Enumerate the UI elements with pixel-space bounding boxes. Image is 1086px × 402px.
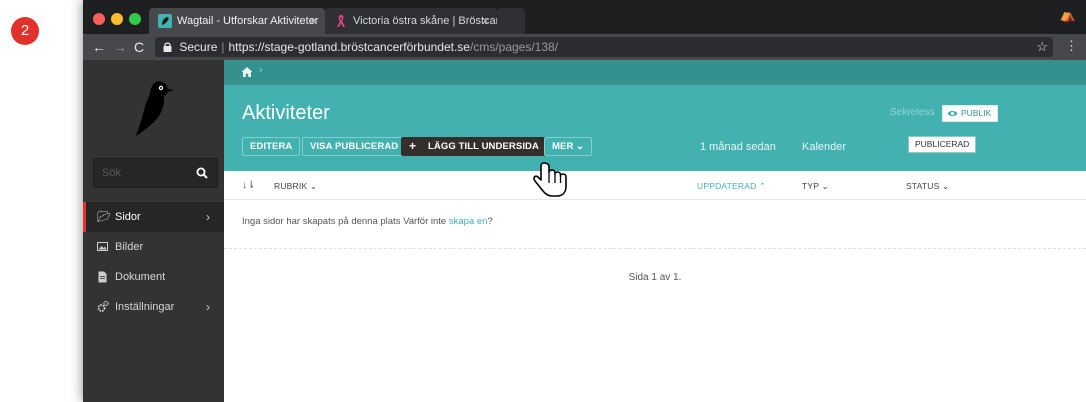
- column-type-header[interactable]: TYP ⌄: [802, 181, 829, 192]
- add-child-page-button[interactable]: + LÄGG TILL UNDERSIDA: [401, 137, 547, 156]
- view-live-button[interactable]: VISA PUBLICERAD: [302, 137, 407, 156]
- reorder-icon[interactable]: ↓⇂: [242, 180, 255, 191]
- edit-button[interactable]: EDITERA: [242, 137, 301, 156]
- maximize-window-button[interactable]: [129, 13, 141, 25]
- updated-time: 1 månad sedan: [700, 141, 776, 153]
- bookmark-star-icon[interactable]: ☆: [1036, 37, 1048, 57]
- add-child-page-label: LÄGG TILL UNDERSIDA: [428, 141, 539, 152]
- page-title: Aktiviteter: [242, 102, 330, 124]
- url-path: /cms/pages/138/: [469, 40, 559, 54]
- address-separator: |: [221, 40, 225, 54]
- breadcrumb-separator: ›: [259, 64, 263, 76]
- tab-wagtail[interactable]: Wagtail - Utforskar Aktiviteter ×: [149, 8, 325, 34]
- plus-icon: +: [409, 139, 417, 153]
- tab-label: Victoria östra skåne | Bröstcan: [353, 15, 497, 27]
- browser-tab-bar: Wagtail - Utforskar Aktiviteter × Victor…: [83, 0, 1086, 34]
- back-arrow-icon[interactable]: ←: [92, 39, 106, 55]
- secure-label: Secure: [179, 40, 218, 54]
- empty-listing-message: Inga sidor har skapats på denna plats Va…: [242, 216, 493, 227]
- sidebar-item-label: Dokument: [115, 271, 166, 283]
- pink-ribbon-icon: [337, 15, 345, 27]
- column-updated-header[interactable]: UPPDATERAD ⌃: [697, 181, 766, 192]
- tab-victoria[interactable]: Victoria östra skåne | Bröstcan ×: [325, 8, 497, 34]
- tab-close-icon[interactable]: ×: [310, 8, 317, 34]
- more-dropdown-button[interactable]: MER ⌄: [544, 137, 593, 156]
- privacy-label: Sekretess: [890, 107, 935, 118]
- sidebar-menu: 📂︎ Sidor › Bilder Dokument Inställningar…: [83, 202, 224, 322]
- incognito-icon: ⛺: [1059, 7, 1076, 22]
- browser-menu-icon[interactable]: ⋮: [1065, 38, 1078, 54]
- step-number-badge: 2: [11, 17, 39, 45]
- image-icon: [97, 242, 108, 251]
- divider: [224, 248, 1086, 249]
- sidebar-item-settings[interactable]: Inställningar ›: [83, 292, 224, 322]
- chevron-right-icon: ›: [206, 300, 210, 314]
- sidebar-item-pages[interactable]: 📂︎ Sidor ›: [83, 202, 224, 232]
- search-icon[interactable]: [196, 167, 208, 179]
- breadcrumb: ›: [224, 60, 1086, 85]
- wagtail-logo-icon[interactable]: [128, 78, 178, 140]
- sidebar-item-label: Inställningar: [115, 301, 175, 313]
- privacy-value: PUBLIK: [961, 108, 992, 118]
- chevron-right-icon: ›: [206, 210, 210, 224]
- address-bar[interactable]: Secure | https://stage-gotland.bröstcancer…: [155, 37, 1053, 57]
- reload-icon[interactable]: C: [134, 39, 144, 55]
- empty-text: Inga sidor har skapats på denna plats Va…: [242, 216, 449, 227]
- sidebar-item-label: Sidor: [115, 211, 141, 223]
- sidebar-search: [93, 158, 218, 188]
- privacy-button[interactable]: PUBLIK: [942, 105, 999, 122]
- browser-toolbar: ← → C Secure | https://stage-gotland.bröst…: [83, 34, 1086, 60]
- empty-end: ?: [487, 216, 493, 227]
- hand-pointer-cursor-icon: [533, 162, 567, 197]
- document-icon: [98, 271, 107, 283]
- wagtail-favicon-icon: [158, 14, 172, 28]
- home-icon[interactable]: [241, 66, 253, 78]
- tab-label: Wagtail - Utforskar Aktiviteter: [177, 15, 319, 27]
- new-tab-button[interactable]: [497, 8, 525, 34]
- sidebar: 📂︎ Sidor › Bilder: [83, 60, 224, 402]
- browser-window: Wagtail - Utforskar Aktiviteter × Victor…: [83, 0, 1086, 402]
- folder-open-icon: 📂︎: [97, 211, 111, 223]
- eye-icon: [947, 110, 958, 117]
- pagination: Sida 1 av 1.: [628, 272, 682, 283]
- column-title-header[interactable]: RUBRIK ⌄: [274, 181, 317, 192]
- listing-header: ↓⇂ RUBRIK ⌄ UPPDATERAD ⌃ TYP ⌄ STATUS ⌄: [224, 171, 1086, 200]
- main-content: › Aktiviteter EDITERA VISA PUBLICERAD + …: [224, 60, 1086, 402]
- url-host: https://stage-gotland.bröstcancerförbund…: [228, 40, 470, 54]
- cogs-icon: [97, 300, 109, 312]
- sidebar-item-label: Bilder: [115, 241, 144, 253]
- column-status-header[interactable]: STATUS ⌄: [906, 181, 949, 192]
- tab-close-icon[interactable]: ×: [482, 8, 489, 34]
- close-window-button[interactable]: [93, 13, 105, 25]
- lock-icon: [163, 42, 172, 52]
- search-input[interactable]: [94, 159, 189, 187]
- status-badge: PUBLICERAD: [908, 136, 977, 153]
- sidebar-item-images[interactable]: Bilder: [83, 232, 224, 262]
- forward-arrow-icon[interactable]: →: [113, 39, 127, 55]
- create-page-link[interactable]: skapa en: [449, 216, 488, 227]
- minimize-window-button[interactable]: [111, 13, 123, 25]
- screenshot-frame: 2 Wagtail - Utforskar Aktiviteter × Vict…: [0, 0, 1086, 402]
- page-header: Aktiviteter EDITERA VISA PUBLICERAD + LÄ…: [224, 85, 1086, 171]
- page-type: Kalender: [802, 141, 847, 153]
- sidebar-item-documents[interactable]: Dokument: [83, 262, 224, 292]
